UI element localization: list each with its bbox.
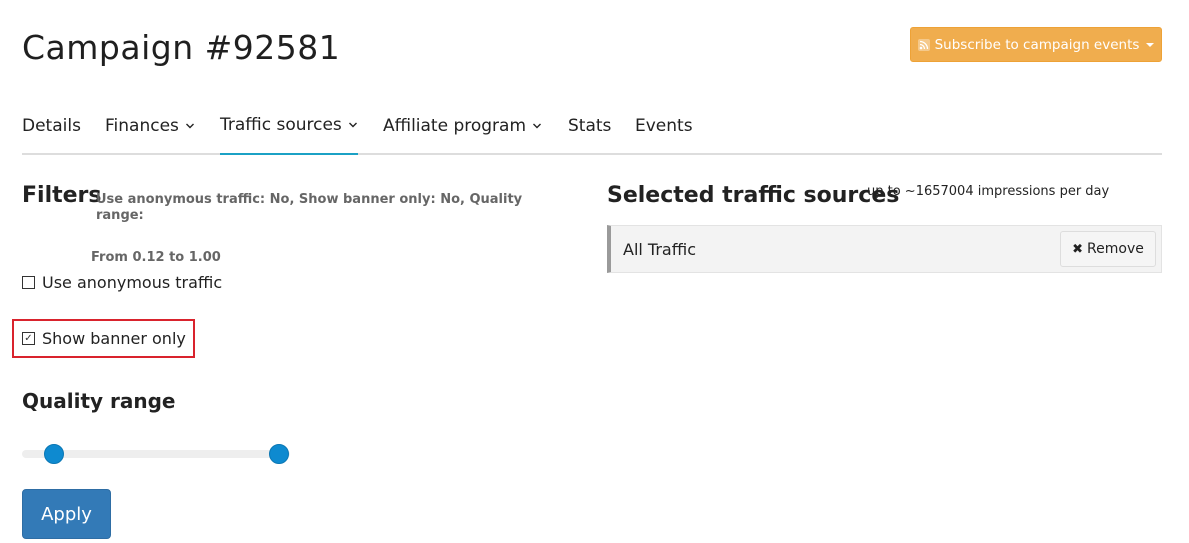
subscribe-label: Subscribe to campaign events [934, 36, 1140, 53]
tab-label: Stats [568, 116, 612, 136]
filters-summary-line1: Use anonymous traffic: No, Show banner o… [96, 192, 523, 223]
filters-summary: Use anonymous traffic: No, Show banner o… [91, 192, 566, 266]
tab-stats[interactable]: Stats [568, 103, 611, 155]
anonymous-traffic-checkbox[interactable]: Use anonymous traffic [22, 273, 222, 292]
tab-label: Affiliate program [383, 116, 527, 136]
tab-label: Details [22, 116, 81, 136]
quality-slider-min-handle[interactable] [44, 444, 64, 464]
page-title: Campaign #92581 [22, 28, 341, 67]
remove-label: Remove [1087, 241, 1144, 257]
remove-button[interactable]: ✖ Remove [1060, 231, 1156, 267]
tab-affiliate-program[interactable]: Affiliate program [383, 103, 542, 155]
anonymous-traffic-label: Use anonymous traffic [42, 273, 223, 292]
quality-range-heading: Quality range [22, 389, 176, 413]
selected-sources-heading: Selected traffic sources [607, 183, 900, 208]
tab-label: Events [635, 116, 693, 136]
banner-only-label: Show banner only [42, 329, 186, 348]
checkbox-checked-icon[interactable]: ✓ [22, 332, 35, 345]
subscribe-button[interactable]: Subscribe to campaign events [910, 27, 1162, 62]
apply-button[interactable]: Apply [22, 489, 111, 539]
source-name: All Traffic [623, 240, 696, 259]
tab-traffic-sources[interactable]: Traffic sources [220, 103, 358, 155]
tab-details[interactable]: Details [22, 103, 81, 155]
chevron-down-icon [185, 123, 194, 129]
source-row: All Traffic ✖ Remove [607, 225, 1162, 273]
impressions-note: up to ~1657004 impressions per day [867, 184, 1110, 199]
filters-summary-line2: From 0.12 to 1.00 [91, 250, 221, 265]
chevron-down-icon [533, 123, 542, 129]
close-icon: ✖ [1072, 241, 1084, 257]
tab-events[interactable]: Events [635, 103, 693, 155]
banner-only-checkbox[interactable]: ✓ Show banner only [22, 329, 186, 348]
tab-finances[interactable]: Finances [105, 103, 195, 155]
rss-icon [917, 38, 930, 51]
checkbox-unchecked-icon[interactable] [22, 276, 35, 289]
filters-heading: Filters [22, 183, 102, 208]
tab-label: Traffic sources [220, 115, 342, 135]
tab-label: Finances [105, 116, 179, 136]
quality-slider-max-handle[interactable] [269, 444, 289, 464]
chevron-down-icon [348, 122, 357, 128]
caret-down-icon [1146, 42, 1155, 47]
tab-bar: Details Finances Traffic sources Affilia… [22, 103, 1162, 155]
page: Campaign #92581 Subscribe to campaign ev… [0, 0, 1189, 543]
